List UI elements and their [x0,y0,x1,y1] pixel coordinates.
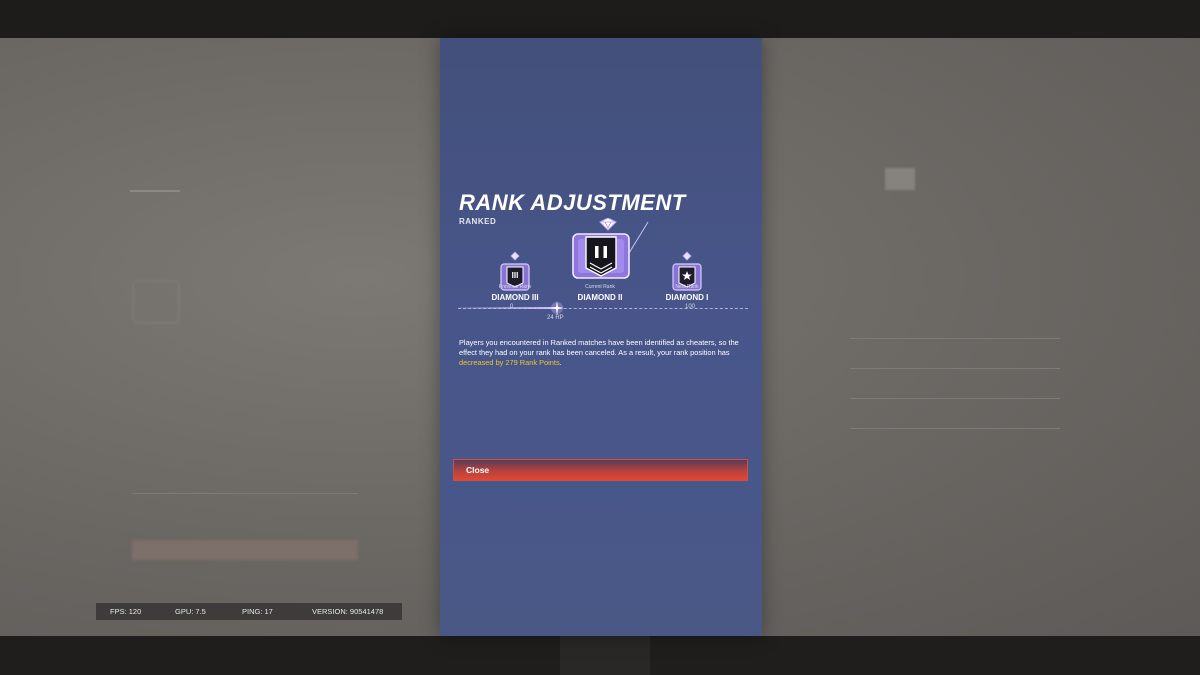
modal-title: RANK ADJUSTMENT [459,190,686,215]
modal-subtitle: RANKED [459,217,497,226]
progress-min-label: 0 [510,304,514,310]
bottom-letterbox [0,636,1200,675]
performance-status-bar: FPS: 120 GPU: 7.5 PING: 17 VERSION: 9054… [96,603,402,620]
version-readout: VERSION: 90541478 [312,607,384,616]
gpu-readout: GPU: 7.5 [175,607,206,616]
background-divider [850,368,1060,369]
current-rank-caption: Current Rank [585,284,615,290]
diamond-rank-badge-icon [572,218,649,279]
svg-text:III: III [512,271,519,280]
progress-marker-icon [550,301,564,315]
background-logo-hint [132,280,180,324]
previous-rank-caption: Previous Rank [498,284,532,290]
rank-progress-fill [458,307,558,309]
adjustment-message: Players you encountered in Ranked matche… [459,338,749,368]
message-text-end: . [559,358,562,367]
next-rank-name: DIAMOND I [665,293,709,302]
top-letterbox [0,0,1200,38]
previous-rank-name: DIAMOND III [491,293,539,302]
background-box-hint [885,168,915,190]
rank-adjustment-modal: RANK ADJUSTMENT RANKED III Previous Rank… [440,38,762,636]
message-highlight: decreased by 279 Rank Points [459,358,560,367]
current-rank-name: DIAMOND II [577,293,623,302]
close-button-label: Close [466,465,490,475]
background-nav-hint [130,168,180,192]
background-divider [850,428,1060,429]
progress-max-label: 100 [685,304,696,310]
background-divider [132,493,358,494]
close-button[interactable]: Close [453,459,748,481]
background-divider [850,338,1060,339]
message-text: Players you encountered in Ranked matche… [459,338,739,357]
progress-current-label: 24 RP [547,315,564,321]
background-divider [850,398,1060,399]
ping-readout: PING: 17 [242,607,273,616]
next-rank-caption: Next Rank [675,284,699,290]
background-button-hint [132,540,358,560]
fps-readout: FPS: 120 [110,607,142,616]
